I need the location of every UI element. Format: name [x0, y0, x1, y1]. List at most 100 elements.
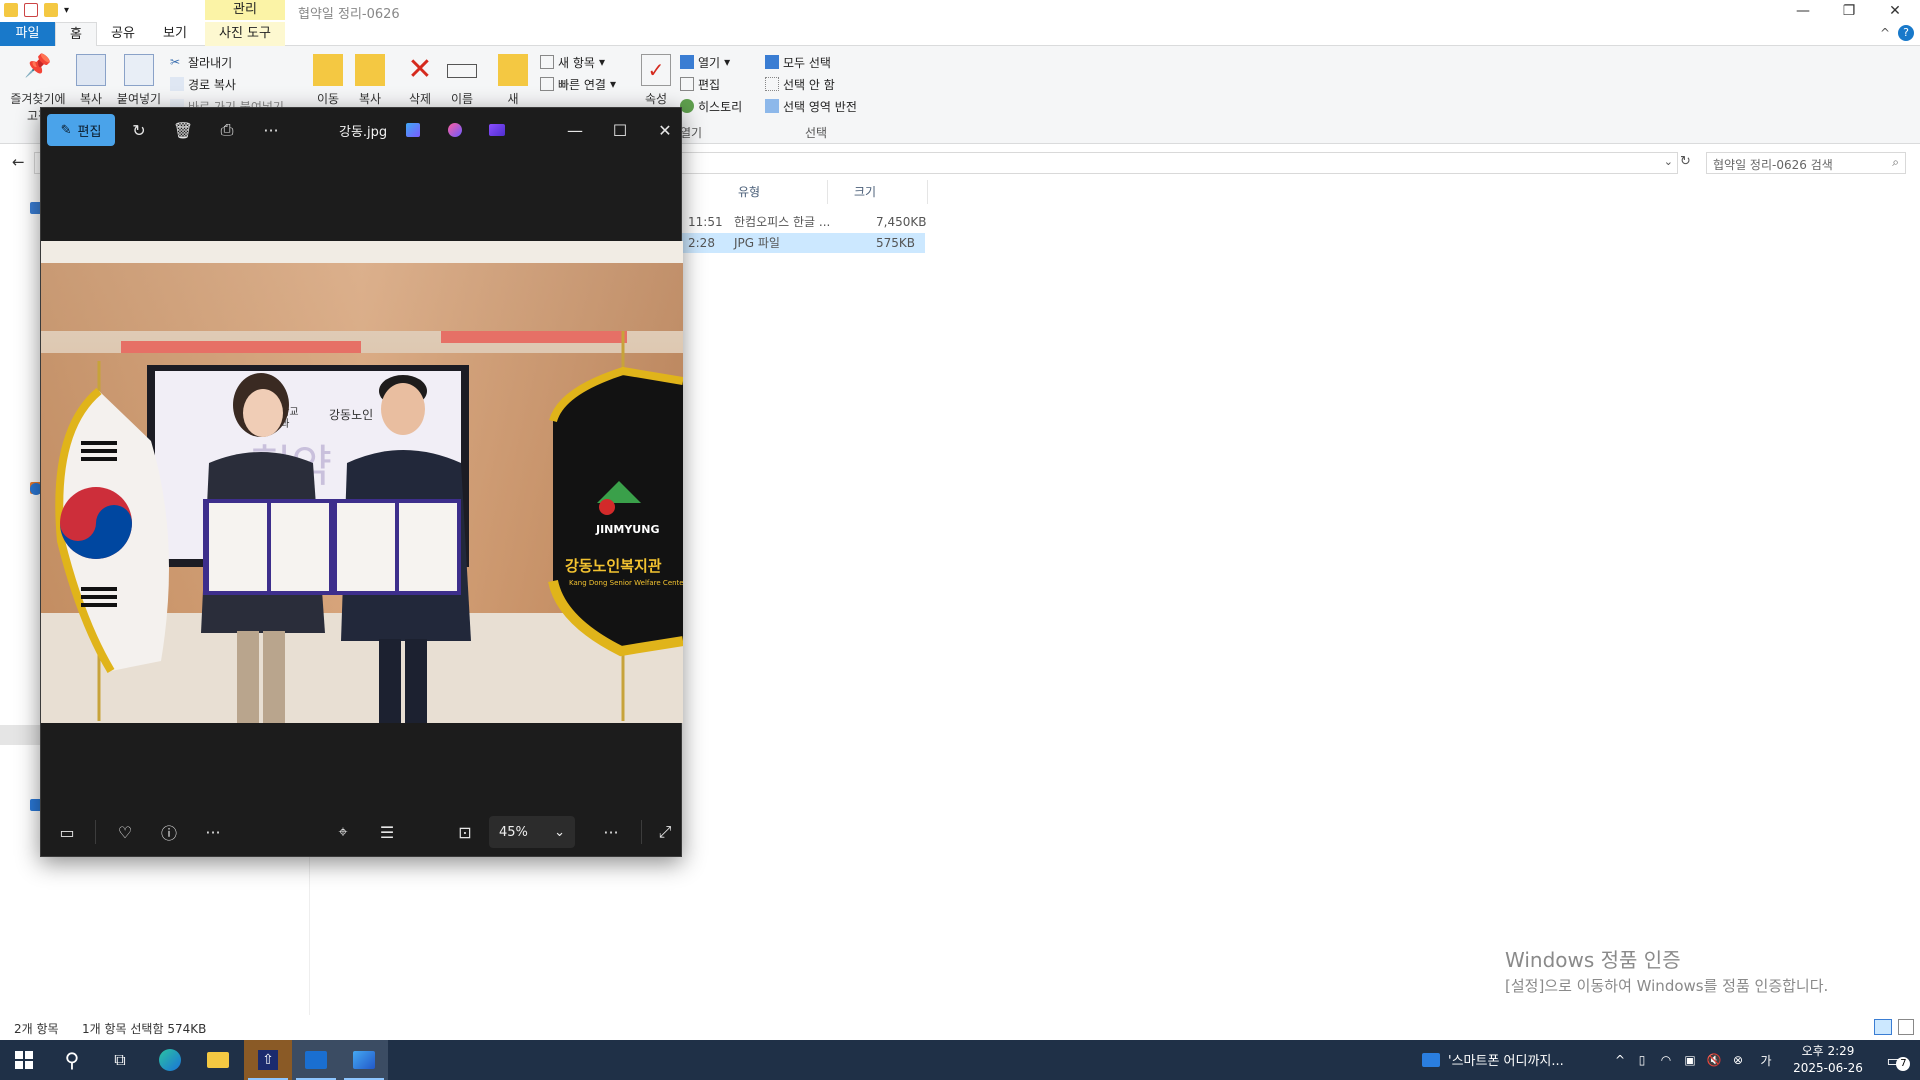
delete-icon[interactable]: 🗑: [169, 116, 197, 144]
chevron-down-icon[interactable]: ⌄: [1664, 155, 1673, 168]
tab-share[interactable]: 공유: [100, 22, 146, 46]
back-arrow-icon[interactable]: ←: [12, 153, 25, 171]
close-button[interactable]: ✕: [651, 116, 679, 144]
photo-canvas[interactable]: 강동노인 대학교 학과 협약 JINMYUNG 강동노인복지관 Kang Don…: [41, 241, 683, 723]
filmstrip-icon[interactable]: ▭: [53, 818, 81, 846]
open-button[interactable]: 열기 ▾: [680, 52, 730, 72]
fullscreen-icon[interactable]: ⤢: [651, 818, 679, 846]
copy-path-button[interactable]: 경로 복사: [170, 74, 236, 94]
show-hidden-icons-chevron-icon[interactable]: ^: [1610, 1040, 1630, 1080]
notification-center-icon[interactable]: ▭ 7: [1874, 1040, 1914, 1080]
more-zoom-options-icon[interactable]: ···: [597, 818, 625, 846]
file-size: 575KB: [876, 236, 916, 250]
file-type: 한컴오피스 한글 ...: [734, 215, 831, 229]
checkmark-icon: ✓: [641, 54, 671, 86]
minimize-button[interactable]: —: [1780, 0, 1826, 22]
outlook-icon[interactable]: [292, 1040, 340, 1080]
chevron-down-icon: ⌄: [554, 824, 565, 840]
start-windows-icon[interactable]: [0, 1040, 48, 1080]
maximize-button[interactable]: ☐: [606, 116, 634, 144]
move-folder-icon: [313, 54, 343, 86]
print-icon[interactable]: ⎙: [213, 116, 241, 144]
actual-size-icon[interactable]: ⊡: [451, 818, 479, 846]
clipchamp-icon[interactable]: [483, 116, 511, 144]
invert-selection-icon: [765, 99, 779, 113]
rename-button[interactable]: 이름: [444, 54, 480, 107]
edit-image-icon: ✎: [60, 122, 72, 138]
history-button[interactable]: 히스토리: [680, 96, 742, 116]
tab-home[interactable]: 홈: [55, 22, 97, 46]
properties-icon[interactable]: [24, 3, 38, 17]
new-folder-button[interactable]: 새: [498, 54, 528, 107]
input-method-icon[interactable]: 가: [1754, 1040, 1778, 1080]
delete-x-icon: ✕: [407, 52, 433, 87]
photos-icon[interactable]: [340, 1040, 388, 1080]
large-icons-view-icon[interactable]: [1898, 1019, 1914, 1035]
copy-button[interactable]: 복사: [74, 54, 108, 107]
restore-button[interactable]: ❐: [1826, 0, 1872, 22]
edge-icon[interactable]: [146, 1040, 194, 1080]
ribbon-tabs: 파일 홈 공유 보기 사진 도구 ^ ?: [0, 22, 1920, 46]
search-icon[interactable]: ⚲: [48, 1040, 96, 1080]
designer-icon[interactable]: [399, 116, 427, 144]
column-type-header[interactable]: 유형: [732, 180, 828, 204]
paste-button[interactable]: 붙여넣기: [114, 54, 164, 107]
search-input[interactable]: 협약일 정리-0626 검색 ⌕: [1706, 152, 1906, 174]
cut-button[interactable]: ✂ 잘라내기: [170, 52, 232, 72]
rotate-icon[interactable]: ↻: [125, 116, 153, 144]
column-size-header[interactable]: 크기: [848, 180, 928, 204]
path-icon: [170, 77, 184, 91]
clipboard-icon: [124, 54, 154, 86]
defender-warning-icon[interactable]: ⊗: [1728, 1040, 1748, 1080]
wifi-icon[interactable]: ◠: [1656, 1040, 1676, 1080]
tab-file[interactable]: 파일: [0, 22, 55, 46]
file-time: 11:51: [688, 215, 723, 229]
more-options-icon[interactable]: ···: [257, 116, 285, 144]
tab-view[interactable]: 보기: [150, 22, 200, 46]
ribbon-collapse-icon[interactable]: ^: [1880, 26, 1890, 40]
table-row[interactable]: 2:28 JPG 파일 575KB: [680, 233, 925, 253]
move-to-button[interactable]: 이동: [310, 54, 346, 107]
close-button[interactable]: ✕: [1872, 0, 1918, 22]
copy-folder-icon: [355, 54, 385, 86]
invert-selection-button[interactable]: 선택 영역 반전: [765, 96, 857, 116]
table-row[interactable]: 11:51 한컴오피스 한글 ... 7,450KB: [680, 212, 926, 232]
new-folder-icon[interactable]: [44, 3, 58, 17]
file-explorer-icon[interactable]: [194, 1040, 242, 1080]
open-group-label: 열기: [680, 126, 703, 140]
speaker-muted-icon[interactable]: 🔇: [1704, 1040, 1724, 1080]
help-icon[interactable]: ?: [1898, 25, 1914, 41]
select-group-label: 선택: [805, 126, 828, 140]
new-item-button[interactable]: 새 항목 ▾: [540, 52, 605, 72]
delete-button[interactable]: ✕ 삭제: [402, 54, 438, 107]
more-options-icon[interactable]: ···: [199, 818, 227, 846]
properties-button[interactable]: ✓ 속성: [640, 54, 672, 107]
upload-app-icon[interactable]: ⇧: [244, 1040, 292, 1080]
tab-picture-tools[interactable]: 사진 도구: [205, 22, 285, 46]
easy-access-button[interactable]: 빠른 연결 ▾: [540, 74, 616, 94]
minimize-button[interactable]: —: [561, 116, 589, 144]
edit-image-button[interactable]: ✎ 편집: [47, 114, 115, 146]
copy-to-button[interactable]: 복사: [352, 54, 388, 107]
copilot-icon[interactable]: [441, 116, 469, 144]
device-icon[interactable]: ▯: [1632, 1040, 1652, 1080]
select-none-button[interactable]: 선택 안 함: [765, 74, 835, 94]
edit-icon: [680, 77, 694, 91]
details-view-icon[interactable]: [1874, 1019, 1892, 1035]
chevron-down-icon[interactable]: ▾: [64, 5, 69, 16]
select-all-button[interactable]: 모두 선택: [765, 52, 831, 72]
text-scan-icon[interactable]: ☰: [373, 818, 401, 846]
favorite-heart-icon[interactable]: ♡: [111, 818, 139, 846]
viewer-toolbar: ✎ 편집 ↻ 🗑 ⎙ ··· 강동.jpg — ☐ ✕: [41, 108, 683, 152]
nav-selected-item[interactable]: [0, 725, 40, 745]
refresh-icon[interactable]: ↻: [1680, 154, 1691, 169]
edit-button[interactable]: 편집: [680, 74, 720, 94]
task-view-icon[interactable]: ⧉: [96, 1040, 144, 1080]
visual-search-icon[interactable]: ⌖: [329, 818, 357, 846]
clock[interactable]: 오후 2:29 2025-06-26: [1788, 1043, 1868, 1077]
news-widget[interactable]: '스마트폰 어디까지...: [1422, 1050, 1564, 1069]
network-icon[interactable]: ▣: [1680, 1040, 1700, 1080]
viewer-filename: 강동.jpg: [339, 125, 388, 140]
zoom-dropdown[interactable]: 45% ⌄: [489, 816, 575, 848]
info-icon[interactable]: ⓘ: [155, 818, 183, 846]
